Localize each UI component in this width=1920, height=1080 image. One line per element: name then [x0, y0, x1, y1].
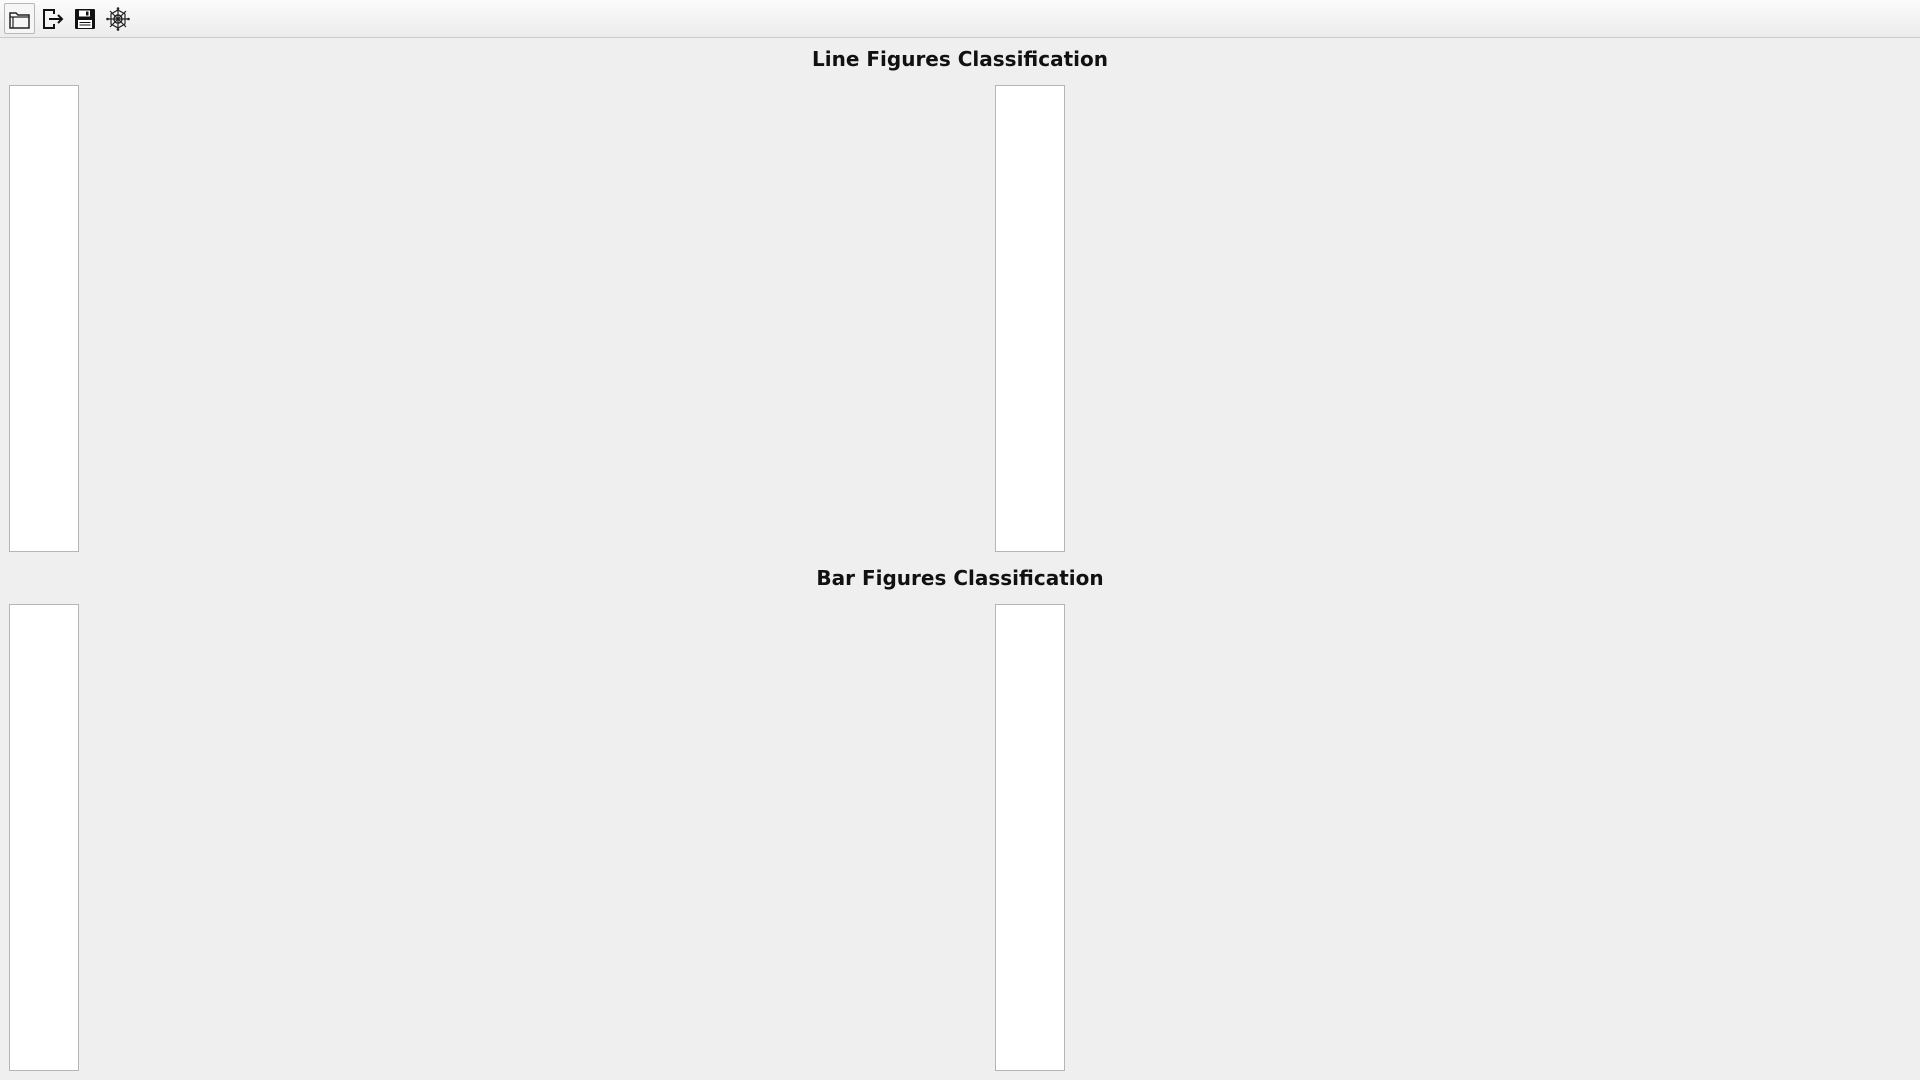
save-button[interactable] — [69, 3, 100, 34]
line-figures-title: Line Figures Classification — [812, 47, 1108, 71]
export-button[interactable] — [36, 3, 67, 34]
line-figures-right-panel[interactable] — [995, 85, 1065, 552]
export-icon — [42, 8, 63, 29]
line-figures-left-panel[interactable] — [9, 85, 79, 552]
bar-figures-left-panel[interactable] — [9, 604, 79, 1071]
save-icon — [74, 8, 95, 29]
settings-button[interactable] — [102, 3, 133, 34]
bar-figures-right-panel[interactable] — [995, 604, 1065, 1071]
open-button[interactable] — [4, 3, 35, 34]
folder-open-icon — [8, 11, 30, 29]
main-toolbar — [0, 0, 1920, 38]
bar-figures-title: Bar Figures Classification — [816, 566, 1104, 590]
settings-icon — [105, 6, 130, 31]
